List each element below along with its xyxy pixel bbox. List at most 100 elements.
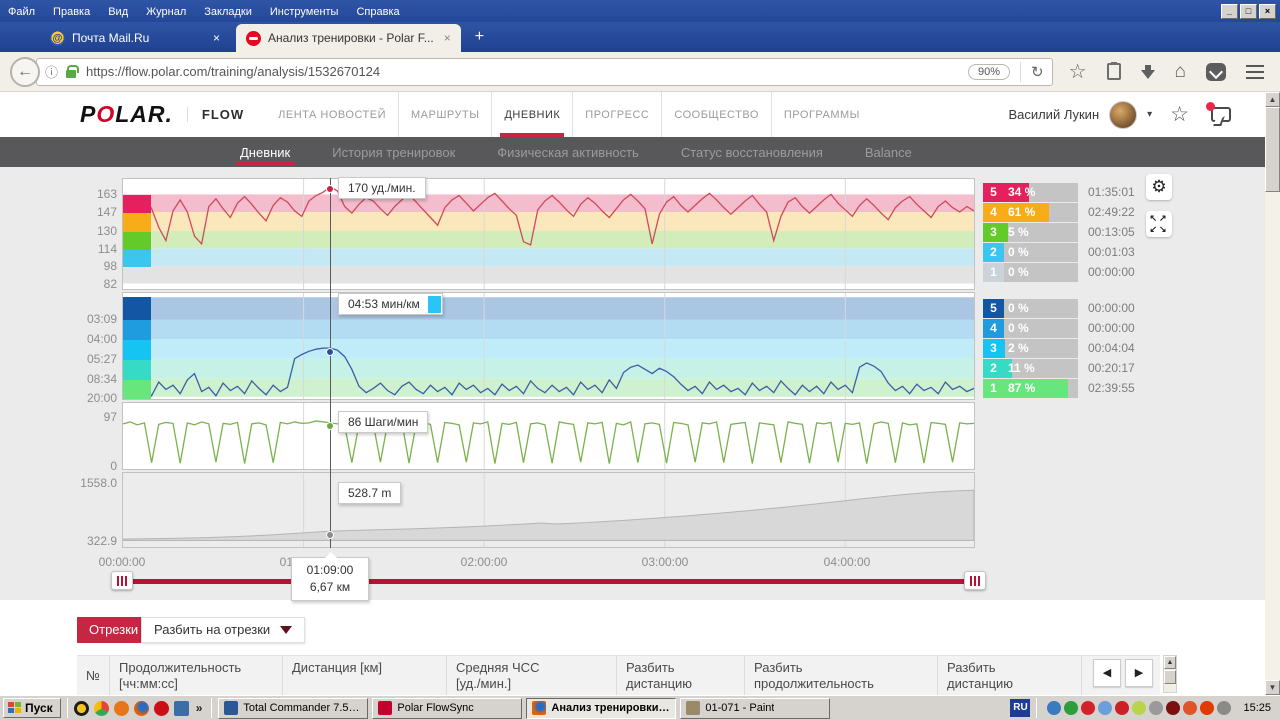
tab-close-icon[interactable]: × xyxy=(434,31,451,45)
hamburger-menu-icon[interactable] xyxy=(1246,65,1264,79)
pace-zone-chip-3 xyxy=(123,360,151,380)
settings-gear-icon[interactable]: ⚙ xyxy=(1146,174,1172,200)
segments-tab[interactable]: Отрезки xyxy=(77,617,150,643)
shield-icon[interactable] xyxy=(1115,701,1129,715)
subnav-item-1[interactable]: История тренировок xyxy=(332,137,455,167)
bookmark-star-icon[interactable]: ☆ xyxy=(1069,59,1087,84)
red-star-icon[interactable] xyxy=(1081,701,1095,715)
url-text[interactable]: https://flow.polar.com/training/analysis… xyxy=(86,64,968,79)
save-icon[interactable] xyxy=(174,701,189,716)
network-icon[interactable] xyxy=(1098,701,1112,715)
subnav-item-0[interactable]: Дневник xyxy=(240,137,290,167)
menu-item-3[interactable]: Журнал xyxy=(146,6,186,18)
table-scrollbar[interactable]: ▲ xyxy=(1163,655,1177,693)
nav-item-2[interactable]: ДНЕВНИК xyxy=(491,92,572,137)
prev-page-button[interactable]: ◀ xyxy=(1093,659,1121,687)
scroll-up-icon[interactable]: ▲ xyxy=(1164,656,1176,669)
page-scrollbar[interactable]: ▲ ▼ xyxy=(1265,92,1280,695)
split-dropdown[interactable]: Разбить на отрезки xyxy=(141,617,305,643)
range-slider-track[interactable] xyxy=(122,579,975,584)
hr-zones-table: 534 %01:35:01461 %02:49:2235 %00:13:0520… xyxy=(983,183,1135,283)
nav-item-0[interactable]: ЛЕНТА НОВОСТЕЙ xyxy=(266,92,398,137)
pocket-icon[interactable] xyxy=(1206,63,1226,81)
bookmarks-menu-icon[interactable] xyxy=(1107,63,1121,80)
tab-close-icon[interactable]: × xyxy=(203,31,220,45)
cursor-line[interactable] xyxy=(330,178,331,548)
nav-item-5[interactable]: ПРОГРАММЫ xyxy=(771,92,872,137)
x-axis-tick-0: 00:00:00 xyxy=(87,555,157,569)
pace-zones-table-row-1: 40 %00:00:00 xyxy=(983,319,1135,338)
cadence-chart[interactable] xyxy=(122,402,975,470)
webcam-icon[interactable] xyxy=(1149,701,1163,715)
nav-item-1[interactable]: МАРШРУТЫ xyxy=(398,92,491,137)
page-info-icon[interactable]: ⓘ xyxy=(45,62,58,81)
polar-logo[interactable]: POLAR. xyxy=(80,101,173,128)
https-lock-icon[interactable] xyxy=(66,70,76,78)
reload-button[interactable]: ↻ xyxy=(1031,63,1044,81)
scroll-down-button[interactable]: ▼ xyxy=(1265,680,1280,695)
heart_rate-chart[interactable] xyxy=(122,178,975,290)
menu-item-0[interactable]: Файл xyxy=(8,6,35,18)
task-button-0[interactable]: Total Commander 7.55 r... xyxy=(218,698,368,719)
url-bar[interactable]: ⓘ https://flow.polar.com/training/analys… xyxy=(36,58,1053,86)
chrome-icon[interactable] xyxy=(94,701,109,716)
taskbar: Пуск » Total Commander 7.55 r...Polar Fl… xyxy=(0,695,1280,720)
task-button-2[interactable]: Анализ тренировки - ... xyxy=(526,698,676,719)
restore-button[interactable]: □ xyxy=(1240,4,1257,19)
start-button[interactable]: Пуск xyxy=(3,698,61,718)
notifications-icon[interactable] xyxy=(1211,107,1231,122)
nav-item-3[interactable]: ПРОГРЕСС xyxy=(572,92,661,137)
zone-bar: 0 % xyxy=(1004,263,1078,282)
scrollbar-thumb[interactable] xyxy=(1265,107,1280,192)
heart_rate-ytick-2: 130 xyxy=(55,224,117,238)
close-button[interactable]: × xyxy=(1259,4,1276,19)
segments-table-header: №Продолжительность[чч:мм:сс]Дистанция [к… xyxy=(77,655,1160,695)
favorite-star-icon[interactable]: ☆ xyxy=(1170,102,1189,127)
scrollbar-thumb[interactable] xyxy=(1164,670,1176,684)
slider-handle-right[interactable] xyxy=(964,571,986,590)
back-button[interactable]: ← xyxy=(10,57,40,87)
menu-item-1[interactable]: Правка xyxy=(53,6,90,18)
menu-item-6[interactable]: Справка xyxy=(356,6,399,18)
leaf-icon[interactable] xyxy=(1132,701,1146,715)
menu-item-4[interactable]: Закладки xyxy=(204,6,252,18)
subnav-item-2[interactable]: Физическая активность xyxy=(497,137,639,167)
volume-icon[interactable] xyxy=(1217,701,1231,715)
language-indicator[interactable]: RU xyxy=(1010,699,1030,717)
zoom-level-badge[interactable]: 90% xyxy=(968,64,1010,80)
minimize-button[interactable]: _ xyxy=(1221,4,1238,19)
dropdown-arrow-icon xyxy=(280,626,292,634)
swirl-icon[interactable] xyxy=(1047,701,1061,715)
mail-icon[interactable] xyxy=(1183,701,1197,715)
home-icon[interactable]: ⌂ xyxy=(1175,65,1186,79)
task-button-3[interactable]: 01-071 - Paint xyxy=(680,698,830,719)
tab-polar-analysis[interactable]: Анализ тренировки - Polar F... × xyxy=(236,24,461,52)
altitude-chart[interactable] xyxy=(122,472,975,548)
subnav-item-3[interactable]: Статус восстановления xyxy=(681,137,823,167)
agent-icon[interactable] xyxy=(1200,701,1214,715)
new-tab-button[interactable]: + xyxy=(475,28,484,46)
daemon-tools-icon[interactable] xyxy=(74,701,89,716)
avatar[interactable] xyxy=(1109,101,1137,129)
menu-item-5[interactable]: Инструменты xyxy=(270,6,339,18)
tab-mail[interactable]: @ Почта Mail.Ru × xyxy=(40,24,230,52)
next-page-button[interactable]: ▶ xyxy=(1125,659,1153,687)
opera-icon[interactable] xyxy=(154,701,169,716)
firefox-icon[interactable] xyxy=(134,701,149,716)
toolbar-overflow-chevron[interactable]: » xyxy=(196,701,203,715)
subnav-item-4[interactable]: Balance xyxy=(865,137,912,167)
fullscreen-expand-icon[interactable]: ↖↗↙↘ xyxy=(1146,211,1172,237)
user-name[interactable]: Василий Лукин xyxy=(1008,107,1099,122)
task-button-1[interactable]: Polar FlowSync xyxy=(372,698,522,719)
disc-icon[interactable] xyxy=(1166,701,1180,715)
home-app-icon[interactable] xyxy=(114,701,129,716)
polar-flowsync-icon xyxy=(378,701,392,715)
chevron-down-icon[interactable]: ▾ xyxy=(1147,109,1152,120)
nav-item-4[interactable]: СООБЩЕСТВО xyxy=(661,92,771,137)
downloads-icon[interactable] xyxy=(1141,70,1155,79)
menu-item-2[interactable]: Вид xyxy=(108,6,128,18)
pace-chart[interactable] xyxy=(122,292,975,400)
slider-handle-left[interactable] xyxy=(111,571,133,590)
antivirus-a-icon[interactable] xyxy=(1064,701,1078,715)
scroll-up-button[interactable]: ▲ xyxy=(1265,92,1280,107)
